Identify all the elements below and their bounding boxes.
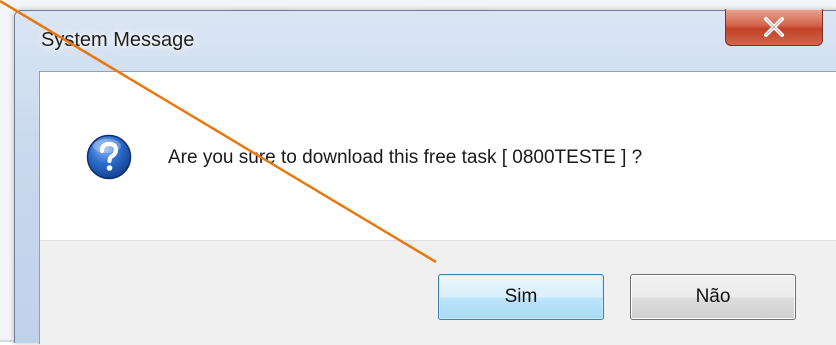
yes-button[interactable]: Sim	[438, 274, 604, 320]
system-message-dialog: System Message Are you sure to download …	[14, 9, 836, 345]
button-area: Sim Não	[40, 240, 836, 345]
close-icon	[764, 17, 784, 37]
message-area: Are you sure to download this free task …	[40, 72, 836, 240]
close-button[interactable]	[725, 9, 823, 46]
yes-button-label: Sim	[504, 286, 538, 307]
no-button-label: Não	[695, 286, 731, 307]
question-icon	[86, 134, 132, 180]
no-button[interactable]: Não	[630, 274, 796, 320]
message-text: Are you sure to download this free task …	[168, 147, 643, 168]
dialog-title: System Message	[41, 29, 195, 51]
dialog-titlebar[interactable]: System Message	[15, 9, 836, 67]
dialog-client-area: Are you sure to download this free task …	[39, 71, 836, 345]
